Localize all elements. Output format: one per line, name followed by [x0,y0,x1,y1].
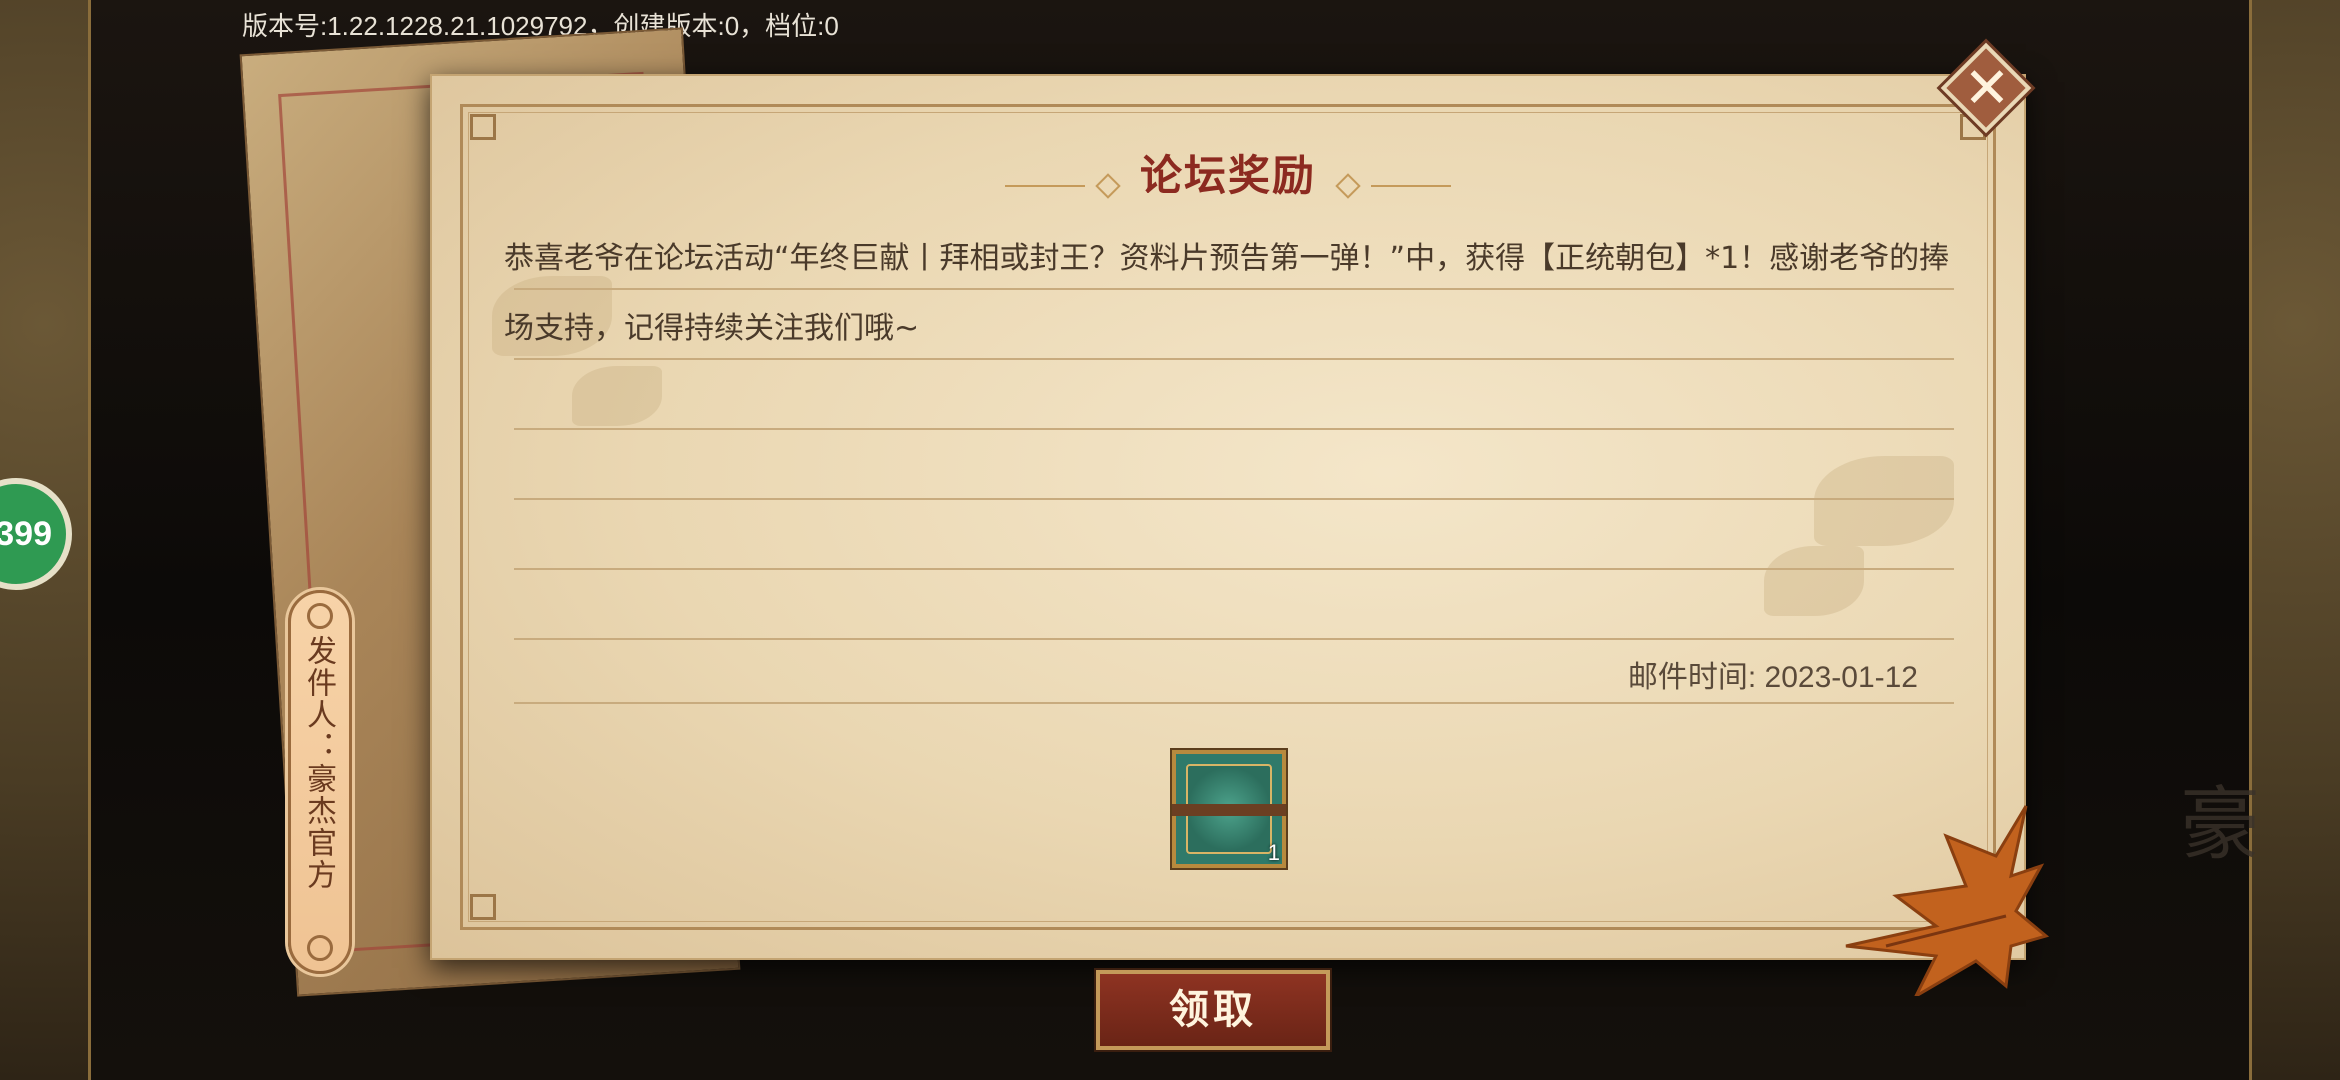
claim-button-label: 领取 [1169,987,1257,1033]
mail-title: 论坛奖励 [1139,151,1316,200]
reward-item-count: 1 [1267,840,1280,865]
maple-leaf-icon [1845,805,2050,996]
background-calligraphy: 豪 [2180,778,2260,871]
sender-tag: 发件人：豪杰官方 [288,590,352,974]
sender-label: 发件人：豪杰官方 [301,635,336,891]
claim-button[interactable]: 领取 [1096,970,1330,1050]
right-frame-border [2249,0,2340,1080]
close-icon: ✕ [1963,56,2011,121]
mail-body: 恭喜老爷在论坛活动“年终巨献丨拜相或封王？资料片预告第一弹！”中，获得【正统朝包… [504,241,1950,346]
close-button[interactable]: ✕ [1934,36,2040,142]
mail-title-row: 论坛奖励 [432,142,2024,203]
mail-time: 邮件时间: 2023-01-12 [1627,661,1918,694]
mail-paper: 论坛奖励 恭喜老爷在论坛活动“年终巨献丨拜相或封王？资料片预告第一弹！”中，获得… [430,74,2026,960]
reward-item-slot[interactable]: 1 [1172,750,1286,868]
